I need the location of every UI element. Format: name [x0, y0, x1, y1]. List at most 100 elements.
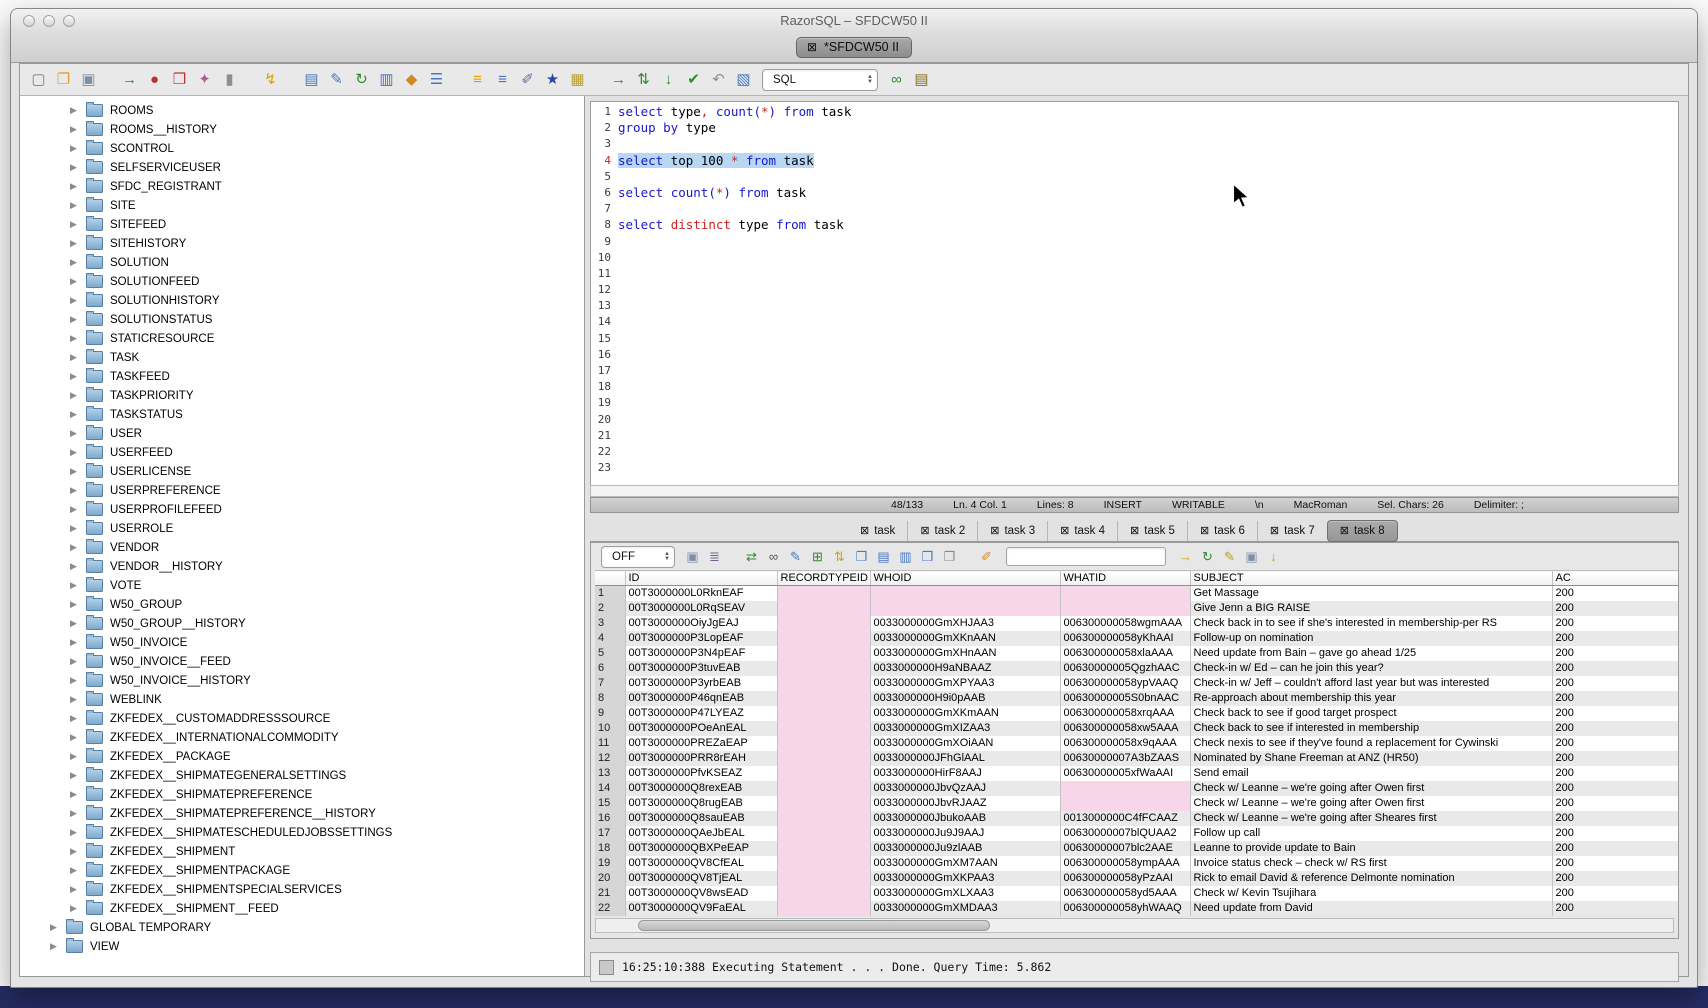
cell-recordtypeid[interactable] [777, 586, 870, 601]
row-number-cell[interactable]: 14 [595, 781, 625, 796]
cell-whoid[interactable]: 0033000000GmXPYAA3 [870, 676, 1060, 691]
cell-subject[interactable]: Rick to email David & reference Delmonte… [1190, 871, 1552, 886]
cell-ac[interactable]: 200 [1552, 736, 1679, 751]
database-browser-tree[interactable]: ▶ROOMS▶ROOMS__HISTORY▶SCONTROL▶SELFSERVI… [20, 96, 585, 976]
table-row[interactable]: 1600T3000000Q8sauEAB0033000000JbukoAAB00… [595, 811, 1679, 826]
cell-ac[interactable]: 200 [1552, 586, 1679, 601]
cell-whatid[interactable]: 00630000005S0bnAAC [1060, 691, 1190, 706]
disclosure-triangle-icon[interactable]: ▶ [70, 751, 86, 762]
disclosure-triangle-icon[interactable]: ▶ [70, 162, 86, 173]
table-row[interactable]: 500T3000000P3N4pEAF0033000000GmXHnAAN006… [595, 646, 1679, 661]
cell-subject[interactable]: Leanne to provide update to Bain [1190, 841, 1552, 856]
tree-item-vote[interactable]: ▶VOTE [20, 576, 584, 595]
results-grid[interactable]: IDRECORDTYPEIDWHOIDWHATIDSUBJECTAC100T30… [595, 570, 1679, 916]
cell-whatid[interactable]: 00630000005QgzhAAC [1060, 661, 1190, 676]
disclosure-triangle-icon[interactable]: ▶ [70, 181, 86, 192]
cell-ac[interactable]: 200 [1552, 781, 1679, 796]
database-icon[interactable]: ▮ [219, 70, 240, 90]
describe-table-icon[interactable]: ▤ [301, 70, 322, 90]
edit-document-icon[interactable]: ✎ [326, 70, 347, 90]
disclosure-triangle-icon[interactable]: ▶ [70, 808, 86, 819]
cell-whoid[interactable]: 0033000000JbukoAAB [870, 811, 1060, 826]
tree-item-solutionhistory[interactable]: ▶SOLUTIONHISTORY [20, 291, 584, 310]
row-number-cell[interactable]: 3 [595, 616, 625, 631]
tree-item-sfdc-registrant[interactable]: ▶SFDC_REGISTRANT [20, 177, 584, 196]
cell-subject[interactable]: Invoice status check – check w/ RS first [1190, 856, 1552, 871]
disclosure-triangle-icon[interactable]: ▶ [70, 618, 86, 629]
favorites-star-icon[interactable]: ★ [542, 70, 563, 90]
sort-icon[interactable]: ⇅ [830, 547, 849, 567]
new-file-icon[interactable]: ▢ [28, 70, 49, 90]
cell-whatid[interactable]: 006300000058ympAAA [1060, 856, 1190, 871]
row-number-cell[interactable]: 5 [595, 646, 625, 661]
column-header-whatid[interactable]: WHATID [1060, 571, 1190, 586]
cell-ac[interactable]: 200 [1552, 751, 1679, 766]
tab-close-icon[interactable]: ⊠ [860, 525, 869, 537]
cell-id[interactable]: 00T3000000P47LYEAZ [625, 706, 777, 721]
cell-recordtypeid[interactable] [777, 781, 870, 796]
tree-item-global-temporary[interactable]: ▶GLOBAL TEMPORARY [20, 918, 584, 937]
insert-row-icon[interactable]: ⊞ [808, 547, 827, 567]
cell-whoid[interactable]: 0033000000HirF8AAJ [870, 766, 1060, 781]
highlight-pen-icon[interactable]: ✐ [977, 547, 996, 567]
cell-whoid[interactable]: 0033000000GmXHJAA3 [870, 616, 1060, 631]
table-row[interactable]: 1500T3000000Q8rugEAB0033000000JbvRJAAZCh… [595, 796, 1679, 811]
tree-item-staticresource[interactable]: ▶STATICRESOURCE [20, 329, 584, 348]
book-icon[interactable]: ▥ [376, 70, 397, 90]
cell-id[interactable]: 00T3000000QBXPeEAP [625, 841, 777, 856]
tree-item-vendor[interactable]: ▶VENDOR [20, 538, 584, 557]
cell-whatid[interactable]: 006300000058wgmAAA [1060, 616, 1190, 631]
open-file-icon[interactable]: ❐ [53, 70, 74, 90]
cell-whatid[interactable] [1060, 586, 1190, 601]
refresh-new-icon[interactable]: ↻ [1198, 547, 1217, 567]
cell-whoid[interactable] [870, 601, 1060, 616]
result-tab-task-3[interactable]: ⊠task 3 [977, 521, 1047, 541]
cell-id[interactable]: 00T3000000Q8rugEAB [625, 796, 777, 811]
tree-item-rooms-history[interactable]: ▶ROOMS__HISTORY [20, 120, 584, 139]
row-number-cell[interactable]: 7 [595, 676, 625, 691]
cell-recordtypeid[interactable] [777, 856, 870, 871]
disclosure-triangle-icon[interactable]: ▶ [70, 884, 86, 895]
select-columns-icon[interactable]: ▤ [874, 547, 893, 567]
cell-whatid[interactable]: 006300000058yPzAAI [1060, 871, 1190, 886]
down-arrow-icon[interactable]: ↓ [658, 70, 679, 90]
cell-id[interactable]: 00T3000000Q8sauEAB [625, 811, 777, 826]
disclosure-triangle-icon[interactable]: ▶ [70, 504, 86, 515]
save-icon[interactable]: ▣ [78, 70, 99, 90]
cell-recordtypeid[interactable] [777, 721, 870, 736]
row-number-cell[interactable]: 18 [595, 841, 625, 856]
cell-subject[interactable]: Check w/ Leanne – we're going after Shea… [1190, 811, 1552, 826]
cell-recordtypeid[interactable] [777, 601, 870, 616]
disclosure-triangle-icon[interactable]: ▶ [70, 200, 86, 211]
cell-ac[interactable]: 200 [1552, 811, 1679, 826]
tree-item-task[interactable]: ▶TASK [20, 348, 584, 367]
tree-item-solution[interactable]: ▶SOLUTION [20, 253, 584, 272]
row-number-cell[interactable]: 10 [595, 721, 625, 736]
row-number-cell[interactable]: 1 [595, 586, 625, 601]
disclosure-triangle-icon[interactable]: ▶ [70, 276, 86, 287]
cell-recordtypeid[interactable] [777, 646, 870, 661]
minimize-button[interactable] [43, 15, 55, 27]
disclosure-triangle-icon[interactable]: ▶ [70, 637, 86, 648]
tree-item-zkfedex-shipmatepreference[interactable]: ▶ZKFEDEX__SHIPMATEPREFERENCE [20, 785, 584, 804]
rollback-icon[interactable]: ↶ [708, 70, 729, 90]
cell-ac[interactable]: 200 [1552, 706, 1679, 721]
cell-whatid[interactable] [1060, 781, 1190, 796]
tree-item-zkfedex-shipment-feed[interactable]: ▶ZKFEDEX__SHIPMENT__FEED [20, 899, 584, 918]
column-header-subject[interactable]: SUBJECT [1190, 571, 1552, 586]
table-row[interactable]: 700T3000000P3yrbEAB0033000000GmXPYAA3006… [595, 676, 1679, 691]
format-sql-icon[interactable]: ✐ [517, 70, 538, 90]
cell-ac[interactable]: 200 [1552, 601, 1679, 616]
cell-subject[interactable]: Need update from David [1190, 901, 1552, 916]
table-row[interactable]: 900T3000000P47LYEAZ0033000000GmXKmAAN006… [595, 706, 1679, 721]
cell-whatid[interactable]: 006300000058yKhAAI [1060, 631, 1190, 646]
list-icon[interactable]: ☰ [426, 70, 447, 90]
cell-whatid[interactable]: 006300000058xlaAAA [1060, 646, 1190, 661]
cell-id[interactable]: 00T3000000P3LopEAF [625, 631, 777, 646]
cell-subject[interactable]: Nominated by Shane Freeman at ANZ (HR50) [1190, 751, 1552, 766]
cell-id[interactable]: 00T3000000PREZaEAP [625, 736, 777, 751]
tree-item-w50-invoice-history[interactable]: ▶W50_INVOICE__HISTORY [20, 671, 584, 690]
cell-whatid[interactable]: 00630000005xfWaAAI [1060, 766, 1190, 781]
tree-item-w50-invoice[interactable]: ▶W50_INVOICE [20, 633, 584, 652]
tree-item-zkfedex-shipment[interactable]: ▶ZKFEDEX__SHIPMENT [20, 842, 584, 861]
